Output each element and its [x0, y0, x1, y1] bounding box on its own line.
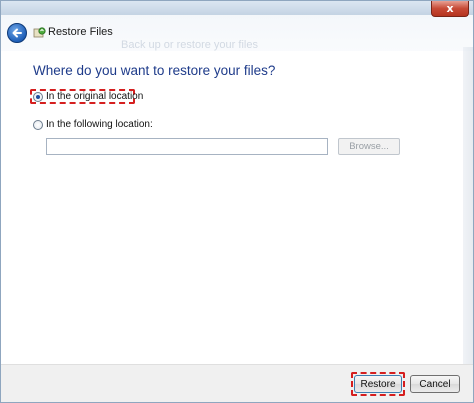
back-arrow-icon: [12, 28, 22, 38]
restore-files-window: x Back up or restore your files Restore …: [0, 0, 474, 403]
browse-button[interactable]: Browse...: [338, 138, 400, 155]
radio-original-location-label: In the original location: [46, 91, 144, 102]
background-window-edge: [463, 47, 473, 364]
window-title: Restore Files: [48, 26, 113, 38]
background-window-heading: Back up or restore your files: [121, 39, 258, 51]
radio-original-location[interactable]: In the original location: [33, 91, 143, 102]
location-path-input[interactable]: [46, 138, 328, 155]
restore-files-icon: [33, 27, 46, 38]
page-title: Where do you want to restore your files?: [33, 63, 276, 78]
radio-selected-icon[interactable]: [33, 91, 43, 102]
radio-following-location-label: In the following location:: [46, 119, 153, 130]
back-button[interactable]: [7, 23, 27, 43]
close-button[interactable]: x: [431, 1, 469, 17]
radio-following-location[interactable]: In the following location:: [33, 119, 153, 130]
window-titlebar: [1, 1, 473, 15]
radio-unselected-icon[interactable]: [33, 119, 43, 130]
restore-button[interactable]: Restore: [354, 375, 402, 393]
cancel-button[interactable]: Cancel: [410, 375, 460, 393]
